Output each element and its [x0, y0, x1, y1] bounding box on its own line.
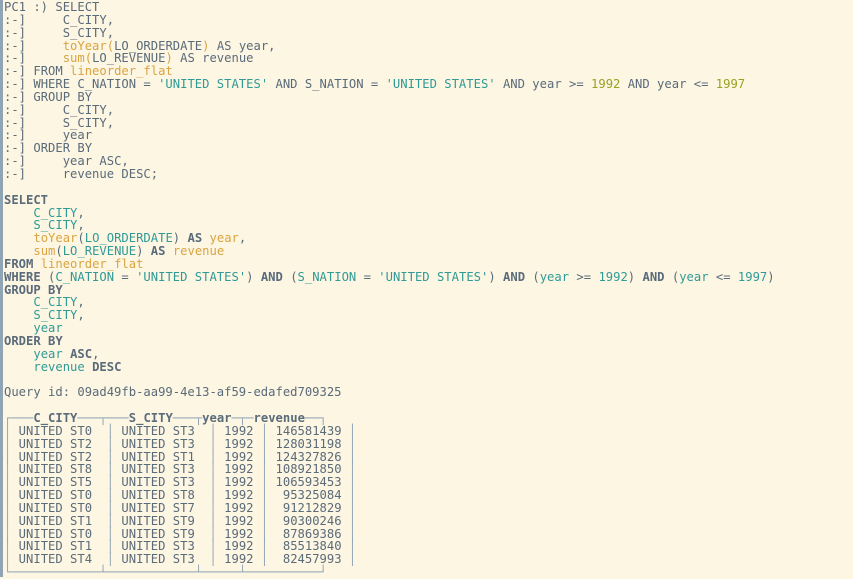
sql-token: )	[767, 269, 775, 284]
sql-token: 1992	[598, 269, 628, 284]
formatted-sql-line: revenue DESC	[4, 359, 853, 374]
echo-line: :-] C_CITY,	[4, 103, 853, 117]
sql-token: 'UNITED STATES'	[385, 77, 496, 92]
formatted-sql-line: C_CITY,	[4, 206, 853, 220]
sql-token: )	[627, 269, 643, 284]
table-bottom-border: └────────────┴────────────┴─────┴───────…	[4, 566, 853, 579]
formatted-sql-line: year	[4, 322, 853, 335]
query-id-line: Query id: 09ad49fb-aa99-4e13-af59-edafed…	[4, 385, 342, 400]
sql-token: =	[356, 269, 379, 284]
formatted-sql-line: ORDER BY	[4, 335, 853, 348]
formatted-sql-line: SELECT	[4, 193, 853, 207]
terminal-screen[interactable]: PC1 :) SELECT:-] C_CITY,:-] S_CITY,:-] t…	[0, 0, 853, 579]
sql-token: year	[539, 269, 570, 284]
table-vline: │	[348, 552, 357, 567]
sql-token: 'UNITED STATES'	[136, 269, 247, 284]
sql-token: )	[246, 269, 261, 284]
sql-token: AND S_NATION =	[268, 77, 386, 92]
sql-token: AND	[260, 269, 283, 284]
echoed-query-block: PC1 :) SELECT:-] C_CITY,:-] S_CITY,:-] t…	[4, 1, 853, 181]
sql-token: (	[664, 269, 680, 284]
continuation-prompt: :-]	[4, 166, 27, 181]
sql-token: AND year <=	[620, 77, 716, 92]
echo-line: :-] S_CITY,	[4, 116, 853, 130]
sql-token: 1997	[715, 77, 746, 92]
sql-token: revenue	[33, 359, 85, 374]
sql-token: )	[488, 269, 504, 284]
formatted-sql-line: GROUP BY	[4, 283, 853, 297]
sql-token: 1997	[737, 269, 768, 284]
terminal-left-gutter	[0, 0, 3, 577]
result-table: ┌───C_CITY───┬───S_CITY───┬year─┬─revenu…	[4, 412, 853, 579]
formatted-sql-line: C_CITY,	[4, 296, 853, 309]
sql-token: revenue	[172, 244, 225, 259]
formatted-sql-line: S_CITY,	[4, 309, 853, 322]
echo-line: :-] revenue DESC;	[4, 168, 853, 181]
sql-token: (	[282, 269, 298, 284]
echo-line: :-] C_CITY,	[4, 13, 853, 27]
echo-line: :-] ORDER BY	[4, 142, 853, 155]
echo-line: PC1 :) SELECT	[4, 1, 853, 14]
echo-line: :-] GROUP BY	[4, 90, 853, 104]
sql-token: ,	[77, 308, 85, 323]
sql-token: AND	[503, 269, 526, 284]
sql-token: <=	[708, 269, 738, 284]
echo-line: :-] year	[4, 129, 853, 142]
formatted-sql-line: year ASC,	[4, 347, 853, 361]
formatted-query-block: SELECT C_CITY, S_CITY, toYear(LO_ORDERDA…	[4, 193, 853, 374]
sql-token: S_NATION	[297, 269, 357, 284]
sql-token: DESC	[92, 359, 122, 374]
sql-token: AND year >=	[495, 77, 592, 92]
sql-token: year	[679, 269, 709, 284]
sql-token: >=	[569, 269, 599, 284]
sql-token: C_NATION	[55, 269, 115, 284]
sql-token: AND	[642, 269, 665, 284]
sql-token: =	[114, 269, 137, 284]
sql-token: 1992	[591, 77, 621, 92]
sql-token: AS revenue	[172, 51, 254, 66]
sql-token: (	[525, 269, 540, 284]
sql-token: ,	[238, 231, 247, 246]
sql-token: revenue DESC;	[26, 166, 159, 181]
sql-token: 'UNITED STATES'	[378, 269, 489, 284]
sql-token: 'UNITED STATES'	[158, 77, 269, 92]
sql-token: AS	[150, 244, 166, 259]
formatted-sql-line: WHERE (C_NATION = 'UNITED STATES') AND (…	[4, 269, 853, 284]
echo-line: :-] WHERE C_NATION = 'UNITED STATES' AND…	[4, 78, 853, 91]
terminal-content: PC1 :) SELECT:-] C_CITY,:-] S_CITY,:-] t…	[4, 1, 853, 579]
